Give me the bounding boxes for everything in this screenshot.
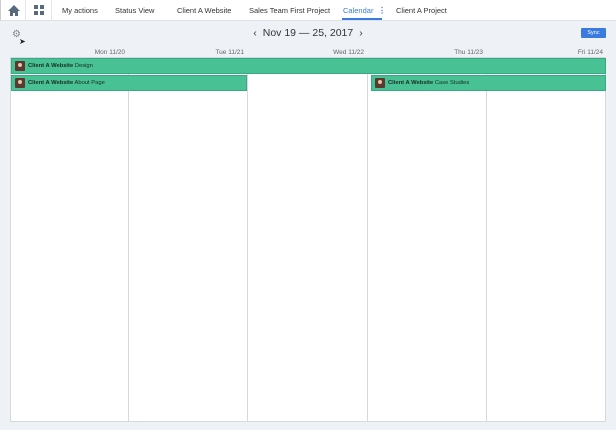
divider	[25, 0, 26, 21]
tab-my-actions[interactable]: My actions	[62, 6, 98, 15]
event-bar[interactable]: Client A Website Case Studies	[371, 75, 606, 91]
prev-week-button[interactable]: ‹	[247, 27, 263, 39]
column-divider	[128, 58, 129, 421]
divider	[51, 0, 52, 21]
tab-sales-team-first-project[interactable]: Sales Team First Project	[249, 6, 330, 15]
column-divider	[367, 58, 368, 421]
tab-client-a-website[interactable]: Client A Website	[177, 6, 231, 15]
tab-status-view[interactable]: Status View	[115, 6, 154, 15]
avatar	[15, 78, 25, 88]
tab-menu-icon[interactable]: ⋮	[378, 6, 386, 15]
date-range-header: ‹ Nov 19 — 25, 2017 ›	[0, 27, 616, 39]
event-bar[interactable]: Client A Website About Page	[11, 75, 247, 91]
event-task: About Page	[74, 80, 105, 86]
avatar	[15, 61, 25, 71]
event-bar[interactable]: Client A Website Design	[11, 58, 606, 74]
tab-calendar[interactable]: Calendar	[343, 6, 373, 15]
event-project: Client A Website	[28, 80, 74, 86]
avatar	[375, 78, 385, 88]
day-label: Thu 11/23	[454, 49, 483, 56]
column-divider	[247, 58, 248, 421]
sync-button[interactable]: Sync	[581, 28, 606, 38]
home-icon[interactable]	[7, 4, 21, 17]
day-label: Fri 11/24	[577, 49, 603, 56]
top-nav: My actions Status View Client A Website …	[0, 0, 616, 21]
event-project: Client A Website	[388, 80, 434, 86]
grid-icon[interactable]	[32, 4, 46, 17]
day-label: Wed 11/22	[333, 49, 364, 56]
event-task: Design	[74, 63, 93, 69]
column-divider	[486, 58, 487, 421]
day-label: Tue 11/21	[215, 49, 244, 56]
calendar-grid: Client A Website Design Client A Website…	[10, 57, 606, 422]
active-tab-indicator	[342, 18, 382, 20]
tab-client-a-project[interactable]: Client A Project	[396, 6, 447, 15]
event-project: Client A Website	[28, 63, 74, 69]
day-label: Mon 11/20	[94, 49, 125, 56]
next-week-button[interactable]: ›	[353, 27, 369, 39]
date-range-title: Nov 19 — 25, 2017	[262, 27, 354, 39]
event-task: Case Studies	[434, 80, 470, 86]
